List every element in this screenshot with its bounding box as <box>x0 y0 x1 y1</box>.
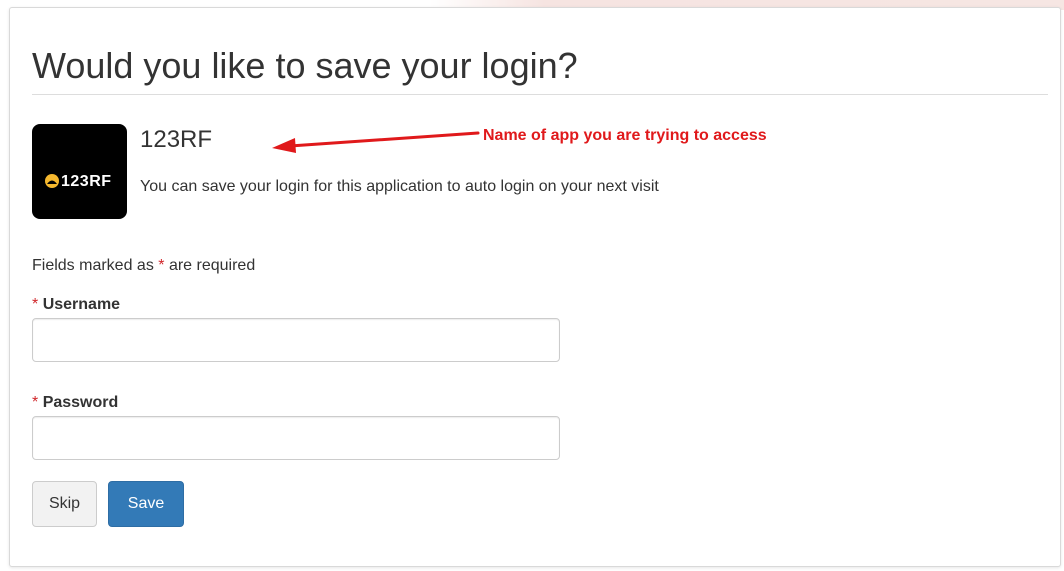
required-note-prefix: Fields marked as <box>32 257 159 274</box>
required-star-icon: * <box>32 296 39 313</box>
username-label: * Username <box>32 295 120 316</box>
required-fields-note: Fields marked as * are required <box>32 256 255 277</box>
app-logo-text: 123RF <box>61 173 112 190</box>
password-label-text: Password <box>42 394 119 411</box>
annotation-arrow-icon <box>272 131 480 153</box>
page-title: Would you like to save your login? <box>32 45 578 86</box>
required-note-suffix: are required <box>164 257 256 274</box>
app-logo-graphic: 123RF <box>45 173 112 190</box>
annotation-label: Name of app you are trying to access <box>483 127 767 144</box>
password-label: * Password <box>32 393 118 414</box>
app-logo: 123RF <box>32 124 127 219</box>
app-description: You can save your login for this applica… <box>140 178 659 195</box>
required-star-icon: * <box>32 394 39 411</box>
app-name: 123RF <box>140 126 213 153</box>
save-button[interactable]: Save <box>108 481 184 527</box>
username-label-text: Username <box>42 296 121 313</box>
title-divider <box>32 94 1048 95</box>
username-input[interactable] <box>32 318 560 362</box>
skip-button[interactable]: Skip <box>32 481 97 527</box>
password-input[interactable] <box>32 416 560 460</box>
